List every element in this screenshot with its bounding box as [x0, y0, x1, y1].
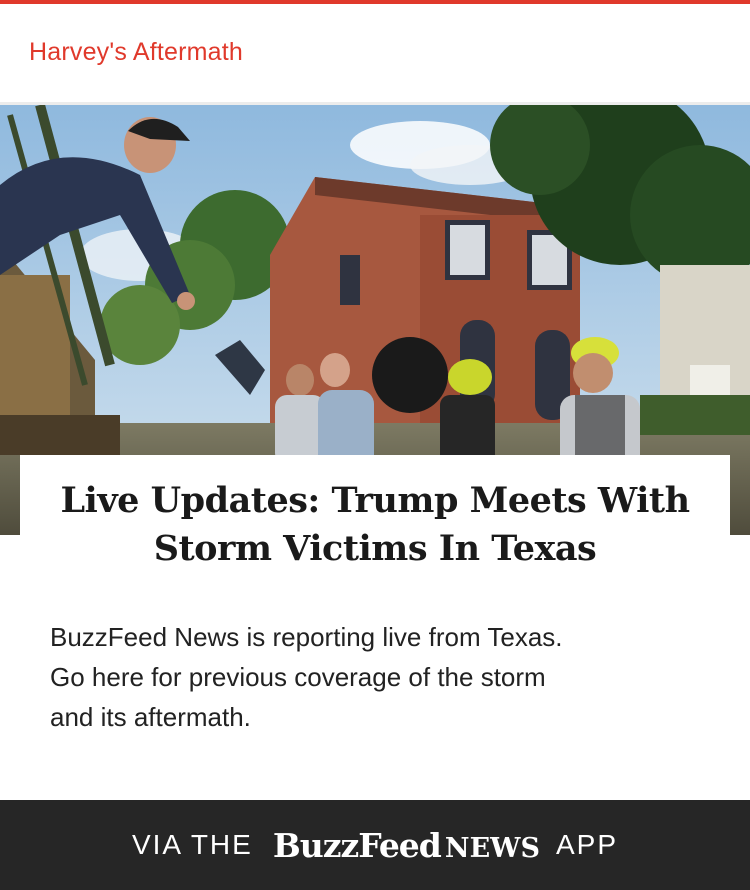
summary-line-1: BuzzFeed News is reporting live from Tex… — [50, 622, 563, 652]
app-promo-footer[interactable]: VIA THE BuzzFeed NEWS APP — [0, 800, 750, 890]
headline-line-1: Live Updates: Trump Meets With — [60, 480, 690, 521]
summary-line-3: and its aftermath. — [50, 702, 251, 732]
article-card[interactable]: Live Updates: Trump Meets With Storm Vic… — [20, 455, 730, 800]
section-title[interactable]: Harvey's Aftermath — [29, 38, 243, 67]
article-summary: BuzzFeed News is reporting live from Tex… — [50, 617, 700, 737]
logo-buzzfeed-text: BuzzFeed — [272, 825, 442, 865]
section-header: Harvey's Aftermath — [0, 4, 750, 105]
summary-line-2: Go here for previous coverage of the sto… — [50, 662, 546, 692]
logo-news-text: NEWS — [444, 832, 540, 864]
headline-line-2: Storm Victims In Texas — [153, 528, 597, 569]
footer-prefix: VIA THE — [131, 829, 253, 860]
article-headline[interactable]: Live Updates: Trump Meets With Storm Vic… — [20, 477, 730, 573]
buzzfeed-news-logo: BuzzFeed NEWS — [273, 826, 540, 865]
footer-suffix: APP — [555, 829, 619, 860]
